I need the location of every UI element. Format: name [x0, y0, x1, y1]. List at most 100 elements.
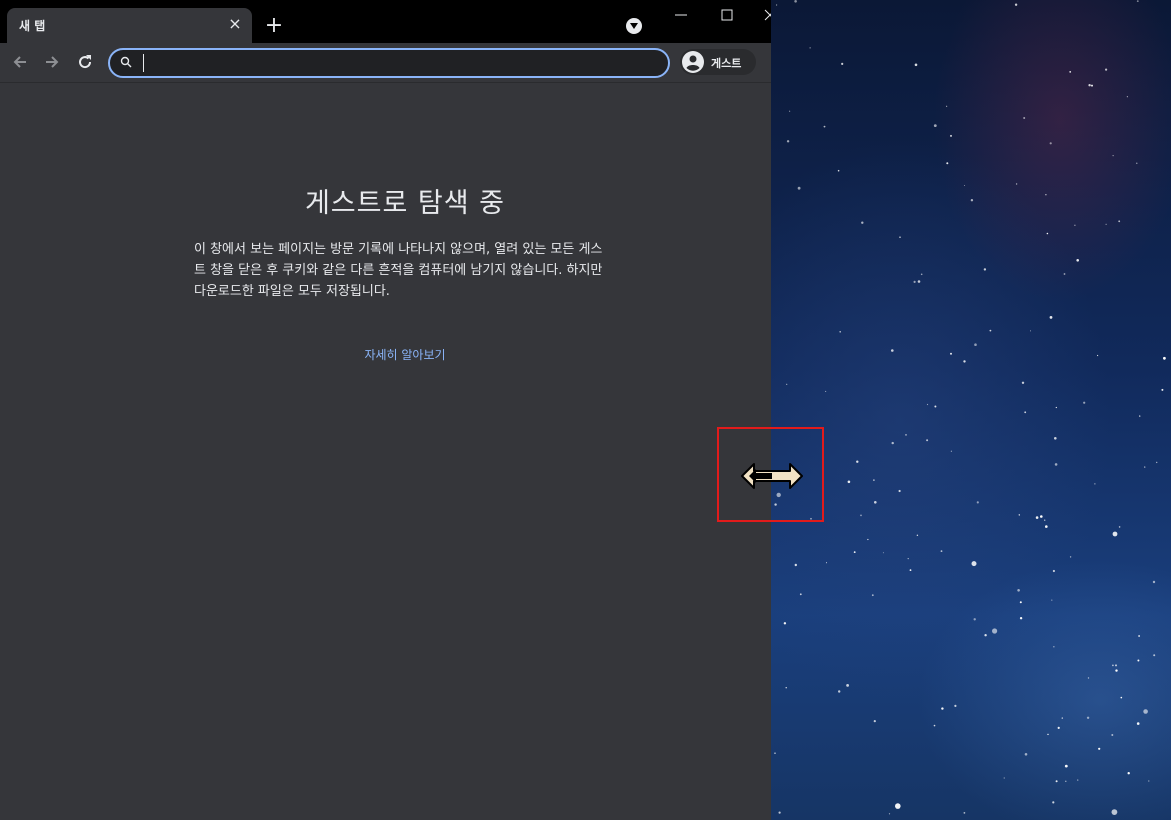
star: [1044, 519, 1046, 521]
star: [1083, 401, 1086, 404]
star: [860, 514, 862, 517]
star: [825, 390, 827, 392]
star: [1024, 753, 1028, 756]
star: [946, 162, 949, 165]
star: [963, 812, 966, 814]
star: [1138, 635, 1140, 637]
star: [853, 551, 856, 553]
star: [1076, 259, 1079, 262]
profile-button[interactable]: 게스트: [680, 49, 756, 75]
star: [841, 62, 844, 65]
guest-new-tab-page: 게스트로 탐색 중 이 창에서 보는 페이지는 방문 기록에 나타나지 않으며,…: [0, 83, 771, 820]
star: [1024, 411, 1027, 414]
star: [1098, 747, 1101, 750]
star: [839, 331, 841, 333]
star: [1156, 461, 1158, 464]
star: [1139, 415, 1141, 417]
star: [946, 105, 948, 107]
tab-strip: 새 탭 × +: [0, 0, 771, 43]
star: [1074, 224, 1076, 226]
star: [917, 280, 921, 283]
page-title: 게스트로 탐색 중: [304, 188, 506, 219]
star: [867, 538, 869, 541]
star: [1136, 162, 1138, 164]
star: [1046, 232, 1049, 235]
star: [1086, 716, 1090, 719]
star: [861, 221, 864, 224]
star: [1045, 525, 1048, 528]
star: [1030, 330, 1031, 332]
star: [1057, 726, 1060, 730]
star: [926, 403, 929, 406]
star: [976, 501, 979, 504]
star: [846, 684, 849, 687]
star: [1127, 772, 1130, 775]
star: [1087, 677, 1090, 679]
star: [1136, 0, 1139, 2]
star: [1053, 646, 1055, 648]
text-caret: [143, 54, 144, 72]
back-arrow-icon[interactable]: [10, 52, 30, 72]
star: [970, 199, 974, 202]
resize-cursor-icon: [741, 463, 803, 489]
star: [913, 280, 916, 283]
star: [891, 349, 894, 352]
star: [847, 480, 851, 484]
star: [909, 569, 912, 571]
address-input[interactable]: [140, 53, 640, 73]
star: [907, 558, 909, 560]
star: [1061, 717, 1064, 719]
star: [1077, 779, 1079, 781]
star: [783, 622, 787, 625]
star: [776, 4, 778, 6]
star: [1137, 659, 1140, 662]
star: [963, 360, 966, 363]
star: [1161, 388, 1164, 391]
close-window-icon[interactable]: [763, 8, 771, 22]
profile-label: 게스트: [711, 57, 742, 70]
star: [874, 501, 877, 504]
close-tab-icon[interactable]: ×: [224, 13, 246, 35]
star: [898, 489, 901, 493]
maximize-icon[interactable]: [720, 8, 734, 22]
forward-arrow-icon[interactable]: [42, 52, 62, 72]
star: [1035, 516, 1039, 519]
star: [797, 186, 801, 190]
star: [1054, 463, 1058, 466]
star: [1069, 71, 1072, 73]
star: [1040, 515, 1043, 518]
tab-search-icon[interactable]: [626, 18, 642, 34]
star: [1094, 483, 1096, 485]
star: [1003, 777, 1005, 779]
star: [1064, 764, 1068, 768]
star: [1126, 96, 1128, 98]
address-bar[interactable]: [108, 48, 670, 78]
star: [1153, 654, 1156, 657]
star: [1118, 220, 1121, 223]
star: [1055, 406, 1057, 409]
minimize-icon[interactable]: [674, 6, 688, 20]
tab-new-tab[interactable]: 새 탭 ×: [7, 8, 252, 43]
reload-icon[interactable]: [75, 52, 95, 72]
search-icon: [120, 56, 132, 68]
star: [941, 707, 944, 710]
star: [1052, 569, 1055, 573]
star: [1163, 356, 1166, 360]
star: [950, 134, 952, 137]
star: [774, 752, 776, 754]
star: [1097, 354, 1099, 357]
star: [973, 618, 976, 621]
toolbar: 게스트: [0, 43, 771, 83]
star: [1112, 155, 1114, 157]
star: [789, 110, 791, 112]
star: [786, 383, 788, 385]
learn-more-link[interactable]: 자세히 알아보기: [0, 346, 771, 363]
new-tab-button[interactable]: +: [262, 14, 286, 38]
star: [823, 125, 826, 128]
star: [1115, 664, 1117, 667]
star: [899, 236, 901, 238]
star: [1105, 68, 1108, 71]
star: [1111, 809, 1118, 815]
star: [794, 563, 797, 567]
star: [1015, 183, 1018, 185]
